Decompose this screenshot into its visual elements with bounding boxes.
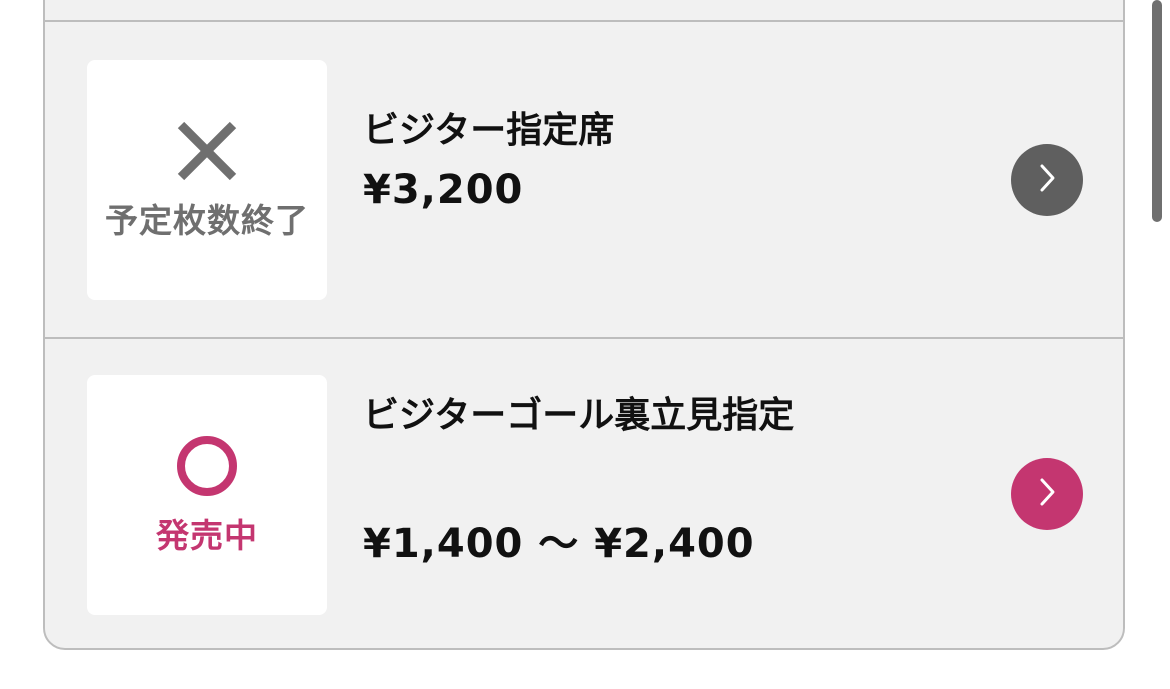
ticket-title: ビジター指定席 (363, 110, 615, 151)
scrollbar[interactable] (1152, 0, 1162, 222)
ticket-item-visitor-reserved[interactable]: 予定枚数終了 ビジター指定席 ¥3,200 (45, 22, 1123, 337)
ticket-price: ¥3,200 (363, 167, 524, 213)
ticket-item-visitor-goal-standing[interactable]: 発売中 ビジターゴール裏立見指定 ¥1,400 〜 ¥2,400 (45, 339, 1123, 648)
chevron-right-button[interactable] (1011, 144, 1083, 216)
chevron-right-icon (1034, 475, 1060, 513)
ticket-list-page: 予定枚数終了 ビジター指定席 ¥3,200 発売中 ビジターゴール裏立見指定 ¥… (0, 0, 1170, 689)
ticket-price: ¥1,400 〜 ¥2,400 (363, 521, 755, 567)
ticket-list-card: 予定枚数終了 ビジター指定席 ¥3,200 発売中 ビジターゴール裏立見指定 ¥… (43, 0, 1125, 650)
chevron-right-button[interactable] (1011, 458, 1083, 530)
status-box: 発売中 (87, 375, 327, 615)
ticket-title: ビジターゴール裏立見指定 (363, 395, 795, 436)
status-box: 予定枚数終了 (87, 60, 327, 300)
cross-icon (174, 118, 240, 188)
chevron-right-icon (1034, 161, 1060, 199)
status-label: 予定枚数終了 (105, 201, 309, 240)
circle-icon (174, 433, 240, 503)
status-label: 発売中 (156, 516, 258, 555)
